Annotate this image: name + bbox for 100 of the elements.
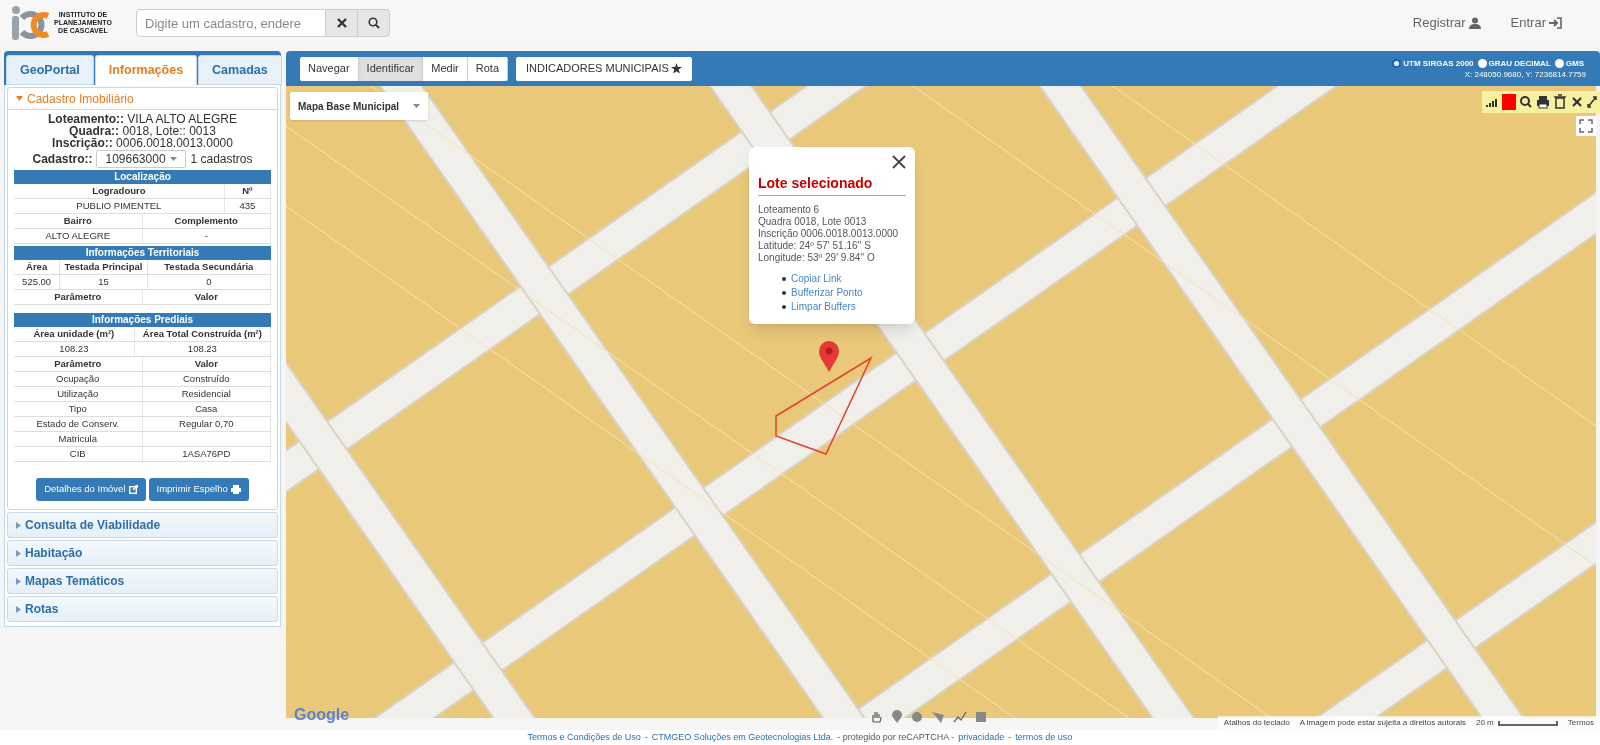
action-button[interactable]: Imprimir Espelho: [148, 478, 249, 501]
column-header: Testada Secundária: [147, 260, 271, 274]
bullet-icon: [782, 277, 786, 281]
accordion-header[interactable]: Habitação: [8, 541, 277, 565]
table-cell: 525.00: [14, 275, 61, 289]
trash-icon[interactable]: [1552, 93, 1568, 111]
map-tool-button[interactable]: Rota: [467, 56, 509, 81]
map-tool-button[interactable]: Identificar: [358, 56, 424, 81]
sidebar-tab[interactable]: Camadas: [198, 55, 282, 85]
table-cell: CIB: [14, 447, 143, 461]
footer-link[interactable]: privacidade: [958, 730, 1005, 745]
search-icon: [367, 17, 380, 29]
popup-text: Quadra 0018, Lote 0013: [758, 216, 868, 228]
footer-link[interactable]: Termos e Condições de Uso: [527, 730, 641, 745]
cadastro-select[interactable]: 109663000: [96, 150, 187, 168]
sign-in-icon: [1549, 17, 1562, 29]
rectangle-icon[interactable]: [975, 711, 987, 723]
action-button[interactable]: Detalhes do Imóvel: [36, 478, 146, 501]
coordinates-readout: X: 248050.9680, Y: 7236814.7759: [1464, 68, 1586, 80]
caret-icon: [16, 549, 21, 557]
bullet-icon: [782, 305, 786, 309]
table-title: Localização: [14, 170, 271, 184]
accordion-header[interactable]: Consulta de Viabilidade: [8, 513, 277, 537]
table-cell: -: [142, 229, 271, 243]
footer-link[interactable]: CTMGEO Soluções em Geotecnologias Ltda.: [651, 730, 834, 745]
caret-icon: [170, 157, 178, 161]
select-label: Cadastro::: [32, 151, 93, 168]
table-cell: Residencial: [142, 387, 271, 401]
scale-bar-icon: [1497, 720, 1558, 726]
caret-icon: [16, 577, 21, 585]
clear-button[interactable]: [326, 9, 358, 37]
popup-link[interactable]: Limpar Buffers: [791, 300, 856, 314]
column-header: Bairro: [14, 214, 143, 228]
column-header: Parâmetro: [14, 357, 143, 371]
table-cell: Matricula: [14, 432, 143, 446]
color-swatch-icon[interactable]: [1501, 93, 1517, 111]
popup-text: Longitude: 53º 29' 9.84'' O: [758, 252, 876, 264]
map-tool-button[interactable]: Navegar: [300, 56, 359, 81]
column-header: Valor: [142, 357, 271, 371]
header-link[interactable]: Registrar: [1412, 13, 1481, 33]
popup-link[interactable]: Bufferizar Ponto: [791, 286, 863, 300]
radio-button[interactable]: [1392, 58, 1402, 68]
table-cell: Casa: [142, 402, 271, 416]
print-icon[interactable]: [1535, 93, 1551, 111]
column-header: Área unidade (m²): [14, 327, 135, 341]
line-icon[interactable]: [953, 710, 967, 724]
fullscreen-icon[interactable]: [1576, 116, 1596, 136]
print-icon: [230, 485, 241, 494]
column-header: Parâmetro: [14, 290, 143, 304]
table-cell: 108.23: [134, 342, 271, 356]
table-cell: Tipo: [14, 402, 143, 416]
radio-button[interactable]: [1477, 58, 1487, 68]
bullet-icon: [782, 291, 786, 295]
close-icon[interactable]: [892, 155, 906, 169]
external-link-icon: [128, 485, 138, 494]
sidebar-tab[interactable]: Informações: [94, 55, 198, 85]
radio-button[interactable]: [1554, 58, 1564, 68]
terms-link[interactable]: Termos: [1567, 717, 1594, 729]
table-title: Informações Territoriais: [14, 246, 271, 260]
caret-icon: [413, 104, 421, 108]
caret-icon: [16, 521, 21, 529]
table-cell: 435: [224, 199, 271, 213]
caret-icon: [16, 605, 21, 613]
footer-link[interactable]: termos de uso: [1015, 730, 1073, 745]
popup-text: Loteamento 6: [758, 204, 821, 216]
accordion-header[interactable]: Cadastro Imobiliário: [8, 88, 277, 110]
table-cell: Regular 0,70: [142, 417, 271, 431]
popup-text: Latitude: 24º 57' 51.16'' S: [758, 240, 872, 252]
expand-icon[interactable]: [1586, 93, 1598, 111]
footer-text: -: [1008, 730, 1012, 744]
search-field[interactable]: Digite um cadastro, endere: [136, 9, 326, 37]
column-header: Nº: [224, 184, 271, 198]
header-link[interactable]: Entrar: [1510, 13, 1562, 33]
cadastro-count: 1 cadastros: [190, 151, 253, 168]
caret-icon: [16, 96, 23, 101]
layer-select[interactable]: Mapa Base Municipal: [290, 92, 429, 120]
table-cell: Utilização: [14, 387, 143, 401]
radio-label: UTM SIRGAS 2000: [1403, 57, 1474, 69]
popup-link[interactable]: Copiar Link: [791, 272, 842, 286]
popup-title: Lote selecionado: [758, 173, 906, 196]
circle-icon[interactable]: [911, 711, 923, 723]
column-header: Área Total Construída (m²): [134, 327, 271, 341]
accordion-header[interactable]: Rotas: [8, 597, 277, 621]
location-pin-icon: [818, 341, 840, 373]
summary-line: Quadra:: 0018, Lote:: 0013: [69, 125, 216, 137]
table-title: Informações Prediais: [14, 313, 271, 327]
column-header: Logradouro: [14, 184, 225, 198]
sidebar-tab[interactable]: GeoPortal: [6, 55, 94, 85]
map-tool-button[interactable]: Medir: [423, 56, 468, 81]
accordion-header[interactable]: Mapas Temáticos: [8, 569, 277, 593]
user-icon: [1468, 17, 1481, 29]
radio-label: GRAU DECIMAL: [1488, 57, 1551, 69]
star-icon: [670, 63, 682, 74]
table-cell: Ocupação: [14, 372, 143, 386]
pin-icon[interactable]: [891, 710, 903, 724]
table-cell: PUBLIO PIMENTEL: [14, 199, 225, 213]
polygon-icon[interactable]: [931, 710, 945, 724]
indicators-button[interactable]: INDICADORES MUNICIPAIS: [516, 56, 692, 81]
table-cell: 15: [60, 275, 148, 289]
search-button[interactable]: [358, 9, 390, 37]
